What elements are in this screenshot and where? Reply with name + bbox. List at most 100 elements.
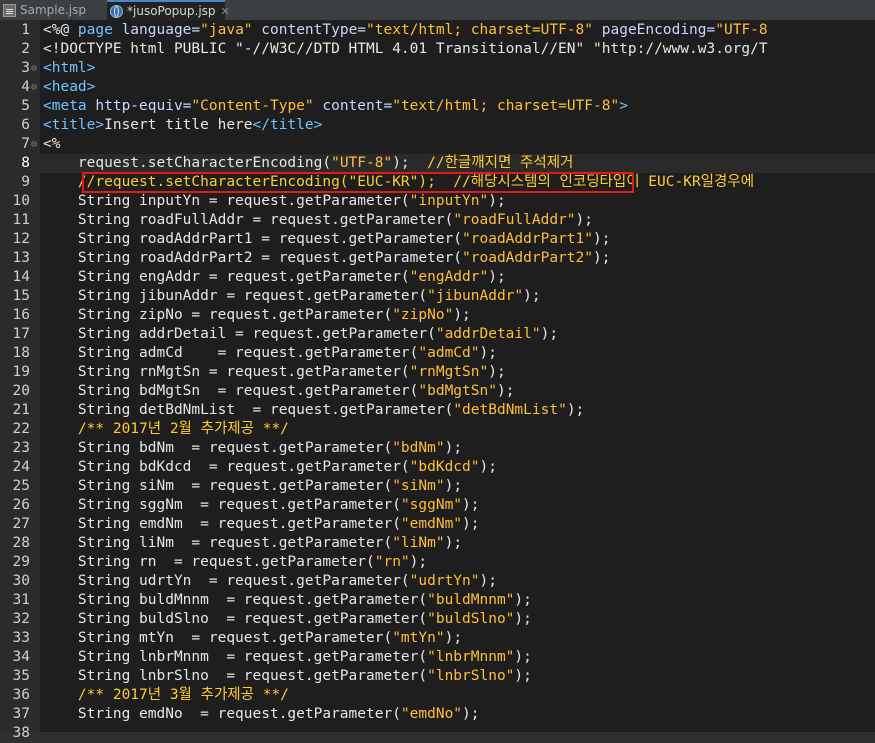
code-line[interactable]: 19 String rnMgtSn = request.getParameter… (0, 363, 875, 382)
code-line[interactable]: 25 String siNm = request.getParameter("s… (0, 477, 875, 496)
code-line[interactable]: 6 <title>Insert title here</title> (0, 116, 875, 135)
code-line[interactable]: 7 ⊖ <% (0, 135, 875, 154)
code-text: <head> (43, 78, 95, 97)
code-text: String udrtYn = request.getParameter("ud… (43, 572, 497, 591)
code-line[interactable]: 33 String mtYn = request.getParameter("m… (0, 629, 875, 648)
code-token: "roadFullAddr" (453, 212, 576, 228)
code-line[interactable]: 8 request.setCharacterEncoding("UTF-8");… (0, 154, 875, 173)
code-token: String liNm = request.getParameter( (43, 535, 393, 551)
code-token: String emdNm = request.getParameter( (43, 516, 401, 532)
code-line[interactable]: 10 String inputYn = request.getParameter… (0, 192, 875, 211)
code-line[interactable]: 5 <meta http-equiv="Content-Type" content… (0, 97, 875, 116)
code-token: "emdNo" (400, 706, 463, 722)
code-token: "addrDetail" (435, 326, 541, 342)
code-line[interactable]: 17 String addrDetail = request.getParame… (0, 325, 875, 344)
code-line[interactable]: 36 /** 2017년 3월 추가제공 **/ (0, 686, 875, 705)
code-line[interactable]: 26 String sggNm = request.getParameter("… (0, 496, 875, 515)
code-token: ); (392, 155, 428, 171)
line-number: 21 (12, 402, 30, 418)
code-line[interactable]: 28 String liNm = request.getParameter("l… (0, 534, 875, 553)
code-token: ); (444, 440, 463, 456)
code-token: "zipNo" (392, 307, 454, 323)
line-number: 26 (12, 497, 30, 513)
code-token: "UTF-8" (331, 155, 393, 171)
code-line[interactable]: 1 <%@ page language="java" contentType="t… (0, 21, 875, 40)
code-text: String addrDetail = request.getParameter… (43, 325, 558, 344)
code-token: "engAddr" (409, 269, 489, 285)
code-line[interactable]: 23 String bdNm = request.getParameter("b… (0, 439, 875, 458)
code-token: String admCd = request.getParameter( (43, 345, 419, 361)
jsp-file-icon (3, 3, 16, 17)
code-line[interactable]: 30 String udrtYn = request.getParameter(… (0, 572, 875, 591)
line-number: 9 (21, 174, 30, 190)
tab-sample-jsp[interactable]: Sample.jsp (0, 0, 103, 20)
line-number: 34 (12, 649, 30, 665)
line-number: 4 (21, 79, 30, 95)
code-token: <%@ (43, 22, 78, 38)
line-number: 15 (12, 288, 30, 304)
fold-toggle-icon[interactable]: ⊖ (31, 135, 41, 154)
code-line[interactable]: 27 String emdNm = request.getParameter("… (0, 515, 875, 534)
code-token: ); (409, 554, 428, 570)
code-line[interactable]: 14 String engAddr = request.getParameter… (0, 268, 875, 287)
code-line[interactable]: 21 String detBdNmList = request.getParam… (0, 401, 875, 420)
code-token: ); (462, 516, 480, 532)
code-token: "admCd" (418, 345, 480, 361)
close-icon[interactable]: ✕ (221, 5, 230, 18)
code-token: "detBdNmList" (453, 402, 567, 418)
line-number: 38 (12, 725, 30, 741)
code-line[interactable]: 3 ⊖ <html> (0, 59, 875, 78)
line-number: 19 (12, 364, 30, 380)
code-line[interactable]: 2 <!DOCTYPE html PUBLIC "-//W3C//DTD HTML… (0, 40, 875, 59)
code-token: ); (453, 307, 471, 323)
line-number: 8 (21, 155, 30, 171)
code-line[interactable]: 15 String jibunAddr = request.getParamet… (0, 287, 875, 306)
code-line[interactable]: 20 String bdMgtSn = request.getParameter… (0, 382, 875, 401)
code-text: String liNm = request.getParameter("liNm… (43, 534, 462, 553)
code-line[interactable]: 16 String zipNo = request.getParameter("… (0, 306, 875, 325)
code-line[interactable]: 9 //request.setCharacterEncoding("EUC-KR… (0, 173, 875, 192)
code-token: String buldSlno = request.getParameter( (43, 611, 428, 627)
code-line[interactable]: 29 String rn = request.getParameter("rn"… (0, 553, 875, 572)
code-text: /** 2017년 3월 추가제공 **/ (43, 686, 289, 705)
code-line[interactable]: 11 String roadFullAddr = request.getPara… (0, 211, 875, 230)
code-text: request.setCharacterEncoding("UTF-8"); /… (43, 154, 573, 173)
line-number: 25 (12, 478, 30, 494)
code-token: String udrtYn = request.getParameter( (43, 573, 410, 589)
line-number: 13 (12, 250, 30, 266)
code-line[interactable]: 34 String lnbrMnnm = request.getParamete… (0, 648, 875, 667)
code-token: ); (479, 459, 497, 475)
code-line[interactable]: 24 String bdKdcd = request.getParameter(… (0, 458, 875, 477)
code-line[interactable]: 13 String roadAddrPart2 = request.getPar… (0, 249, 875, 268)
code-line[interactable]: 31 String buldMnnm = request.getParamete… (0, 591, 875, 610)
code-text: String engAddr = request.getParameter("e… (43, 268, 506, 287)
code-token: String siNm = request.getParameter( (43, 478, 393, 494)
line-number: 22 (12, 421, 30, 437)
code-token: ); (514, 668, 532, 684)
code-editor[interactable]: 1 <%@ page language="java" contentType="t… (0, 20, 875, 741)
code-token: ); (540, 326, 559, 342)
code-line[interactable]: 22 /** 2017년 2월 추가제공 **/ (0, 420, 875, 439)
line-number: 12 (12, 231, 30, 247)
code-text: //request.setCharacterEncoding("EUC-KR")… (43, 173, 754, 192)
code-line[interactable]: 18 String admCd = request.getParameter("… (0, 344, 875, 363)
line-number: 30 (12, 573, 30, 589)
code-line[interactable]: 32 String buldSlno = request.getParamete… (0, 610, 875, 629)
code-line[interactable]: 37 String emdNo = request.getParameter("… (0, 705, 875, 724)
code-token: </title> (252, 117, 323, 133)
tab-jusopopup-jsp[interactable]: *jusoPopup.jsp ✕ (107, 0, 230, 20)
code-line[interactable]: 35 String lnbrSlno = request.getParamete… (0, 667, 875, 686)
code-text: <html> (43, 59, 95, 78)
code-line[interactable]: 12 String roadAddrPart1 = request.getPar… (0, 230, 875, 249)
code-line[interactable]: 38 (0, 724, 875, 743)
line-number: 2 (21, 41, 30, 57)
code-token: "Content-Type" (191, 98, 314, 114)
fold-toggle-icon[interactable]: ⊖ (31, 78, 41, 97)
code-text: <meta http-equiv="Content-Type" content=… (43, 97, 628, 116)
line-number: 6 (21, 117, 30, 133)
code-token: ); (523, 288, 541, 304)
code-token: ); (462, 497, 480, 513)
code-token: String engAddr = request.getParameter( (43, 269, 410, 285)
fold-toggle-icon[interactable]: ⊖ (31, 59, 41, 78)
code-line[interactable]: 4 ⊖ <head> (0, 78, 875, 97)
